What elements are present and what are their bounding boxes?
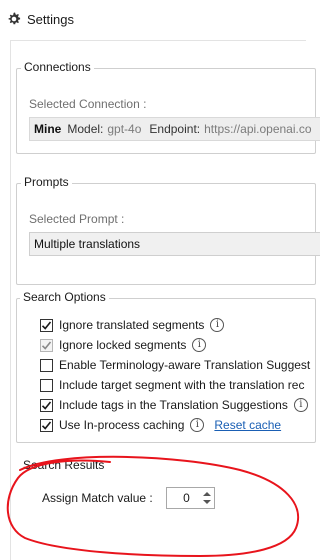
checkbox-ignore-translated[interactable] <box>40 318 53 332</box>
reset-cache-link[interactable]: Reset cache <box>214 418 281 432</box>
checkbox-in-process-caching[interactable] <box>40 418 53 432</box>
prompts-legend: Prompts <box>21 175 72 189</box>
checkbox-include-target-segment[interactable] <box>40 378 53 392</box>
option-label: Ignore locked segments <box>59 338 187 352</box>
gear-icon <box>6 11 22 27</box>
info-icon[interactable]: i <box>293 398 308 412</box>
connections-group: Connections Selected Connection : Mine M… <box>16 60 320 154</box>
option-label: Include tags in the Translation Suggesti… <box>59 398 288 412</box>
info-icon[interactable]: i <box>192 338 207 352</box>
model-value: gpt-4o <box>107 122 142 136</box>
spinner-down-icon[interactable] <box>203 500 211 504</box>
option-label: Ignore translated segments <box>59 318 205 332</box>
search-options-legend: Search Options <box>20 290 109 304</box>
prompts-group: Prompts Selected Prompt : Multiple trans… <box>16 175 320 285</box>
option-ignore-translated[interactable]: Ignore translated segments i <box>40 316 225 334</box>
option-terminology-aware[interactable]: Enable Terminology-aware Translation Sug… <box>40 356 310 374</box>
option-label: Include target segment with the translat… <box>59 378 305 392</box>
search-results-legend: Search Results <box>20 458 108 472</box>
selected-connection-label: Selected Connection : <box>29 97 147 111</box>
endpoint-value: https://api.openai.co <box>204 122 312 136</box>
selected-prompt-dropdown[interactable]: Multiple translations <box>29 232 320 256</box>
selected-prompt-value: Multiple translations <box>34 237 141 251</box>
connections-legend: Connections <box>21 60 94 74</box>
option-include-tags[interactable]: Include tags in the Translation Suggesti… <box>40 396 308 414</box>
info-icon[interactable]: i <box>210 318 225 332</box>
connection-name: Mine <box>34 122 62 136</box>
match-value-spinner[interactable]: 0 <box>166 487 215 509</box>
selected-connection-field[interactable]: Mine Model: gpt-4o Endpoint: https://api… <box>29 117 320 141</box>
window-title: Settings <box>27 11 74 27</box>
info-icon[interactable]: i <box>190 418 205 432</box>
checkbox-include-tags[interactable] <box>40 398 53 412</box>
title-bar: Settings <box>0 0 306 38</box>
option-label: Use In-process caching <box>59 418 185 432</box>
option-include-target-segment[interactable]: Include target segment with the translat… <box>40 376 304 394</box>
option-ignore-locked[interactable]: Ignore locked segments i <box>40 336 207 354</box>
model-key: Model: <box>67 122 104 136</box>
option-in-process-caching[interactable]: Use In-process caching i Reset cache <box>40 416 281 434</box>
checkbox-ignore-locked[interactable] <box>40 338 53 352</box>
endpoint-key: Endpoint: <box>149 122 201 136</box>
match-value: 0 <box>183 491 190 505</box>
spinner-up-icon[interactable] <box>203 492 211 496</box>
spinner-arrows[interactable] <box>200 488 214 508</box>
option-label: Enable Terminology-aware Translation Sug… <box>59 358 311 372</box>
selected-prompt-label: Selected Prompt : <box>29 212 125 226</box>
assign-match-label: Assign Match value : <box>42 491 153 505</box>
checkbox-terminology-aware[interactable] <box>40 358 53 372</box>
